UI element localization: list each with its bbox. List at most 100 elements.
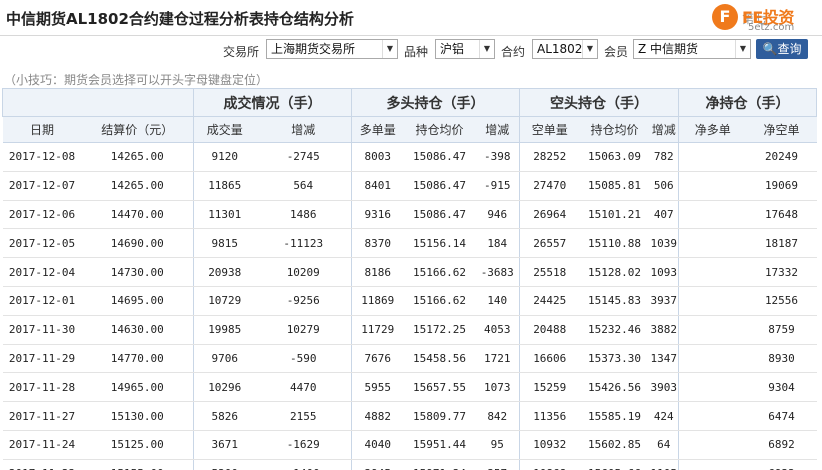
table-row: 2017-11-2315155.005300-1400394515971.343… — [2, 459, 817, 470]
table-cell: 14265.00 — [81, 142, 194, 172]
table-cell: 2017-12-01 — [2, 286, 82, 316]
table-cell: 14730.00 — [81, 257, 194, 287]
column-header: 净多单 — [678, 116, 747, 143]
table-cell: 15086.47 — [403, 142, 476, 172]
table-cell: 424 — [649, 401, 679, 431]
table-cell — [678, 286, 747, 316]
table-cell: 506 — [649, 171, 679, 201]
table-cell: 15145.83 — [579, 286, 650, 316]
table-cell: 10932 — [519, 430, 580, 460]
exchange-label: 交易所 — [223, 45, 260, 59]
table-cell: 15128.02 — [579, 257, 650, 287]
contract-select[interactable]: AL1802 ▼ — [532, 39, 598, 59]
table-cell: 9815 — [193, 228, 256, 259]
table-cell: 15172.25 — [403, 315, 476, 345]
table-cell: 20488 — [519, 315, 580, 345]
table-cell: 15101.21 — [579, 200, 650, 230]
table-cell: 3937 — [649, 286, 679, 316]
table-cell: 11301 — [193, 200, 256, 230]
table-cell: 1039 — [649, 228, 679, 259]
table-cell: 18187 — [746, 228, 817, 259]
table-cell: 15232.46 — [579, 315, 650, 345]
table-cell: 1093 — [649, 257, 679, 287]
table-cell: 15166.62 — [403, 257, 476, 287]
table-cell: 20938 — [193, 257, 256, 287]
table-row: 2017-12-04 14730.00 20938 10209 8186 15166.62… — [2, 257, 817, 287]
table-row: 2017-12-08 14265.00 9120 -2745 8003 15086.47-… — [2, 142, 817, 172]
table-cell: 6474 — [746, 401, 817, 431]
filter-bar: 交易所 上海期货交易所 ▼ 品种 沪铝 ▼ 合约 AL1802 ▼ 会员 Z 中… — [0, 39, 822, 61]
table-cell: 564 — [255, 171, 352, 201]
table-cell: 9706 — [193, 344, 256, 374]
table-cell: 4053 — [475, 315, 520, 345]
column-header: 增减 — [649, 116, 679, 143]
table-row: 2017-12-05 14690.00 9815 -11123 8370 15156.14… — [2, 228, 817, 259]
table-cell: 14695.00 — [81, 286, 194, 316]
column-header-row: 日期 结算价（元） 成交量 增减 多单量 持仓均价 增减 空单量 持仓均价 增减 净多单 净空单 — [2, 116, 817, 143]
page-title: 中信期货AL1802合约建仓过程分析表持仓结构分析 — [6, 10, 354, 28]
table-cell: 1347 — [649, 344, 679, 374]
table-row: 2017-11-27 15130.00 5826 2155 4882 15809.77 84… — [2, 401, 817, 431]
table-cell: 15125.00 — [81, 430, 194, 460]
table-cell: -3683 — [475, 257, 520, 287]
table-cell — [678, 459, 747, 470]
table-cell: 2155 — [255, 401, 352, 431]
product-select-value: 沪铝 — [440, 42, 465, 56]
table-cell: 3882 — [649, 315, 679, 345]
table-cell: 95 — [475, 430, 520, 460]
table-cell: 2017-12-08 — [2, 142, 82, 172]
tip-text: （小技巧：期货会员选择可以开头字母键盘定位） — [4, 73, 269, 87]
table-cell: 2017-12-05 — [2, 228, 82, 259]
table-cell: 2017-11-27 — [2, 401, 82, 431]
logo-icon: F — [712, 4, 738, 30]
table-cell: 407 — [649, 200, 679, 230]
table-cell: 10296 — [193, 372, 256, 403]
table-cell: 10279 — [255, 315, 352, 345]
table-cell: 2017-11-24 — [2, 430, 82, 460]
table-cell: -9256 — [255, 286, 352, 316]
table-cell: 14690.00 — [81, 228, 194, 259]
table-cell: 10868 — [519, 459, 580, 470]
table-cell: 28252 — [519, 142, 580, 172]
table-cell — [678, 142, 747, 172]
chevron-down-icon: ▼ — [382, 40, 397, 58]
table-cell: 11869 — [351, 286, 404, 316]
table-cell: 15166.62 — [403, 286, 476, 316]
table-row: 2017-11-30 14630.00 19985 10279 11729 15172.2… — [2, 315, 817, 345]
chevron-down-icon: ▼ — [582, 40, 597, 58]
table-cell: 15155.00 — [81, 459, 194, 470]
table-cell: 27470 — [519, 171, 580, 201]
group-header-short: 空头持仓（手） — [519, 88, 679, 117]
exchange-select[interactable]: 上海期货交易所 ▼ — [266, 39, 398, 59]
table-cell: 15602.85 — [579, 430, 650, 460]
table-cell: 1721 — [475, 344, 520, 374]
table-cell: -1629 — [255, 430, 352, 460]
table-cell: 2017-11-29 — [2, 344, 82, 374]
table-cell: 20249 — [746, 142, 817, 172]
table-cell: 19985 — [193, 315, 256, 345]
table-cell: 3671 — [193, 430, 256, 460]
table-cell: 842 — [475, 401, 520, 431]
table-cell — [678, 344, 747, 374]
table-cell: 11729 — [351, 315, 404, 345]
table-cell: 19069 — [746, 171, 817, 201]
site-logo[interactable]: F 第七 FE投资 5etz.com — [712, 2, 820, 36]
column-header: 增减 — [475, 116, 520, 143]
table-cell: 946 — [475, 200, 520, 230]
table-cell — [678, 200, 747, 230]
query-button-label: 查询 — [777, 42, 802, 56]
table-cell: 6892 — [746, 430, 817, 460]
table-cell: 25518 — [519, 257, 580, 287]
table-cell: 2017-11-28 — [2, 372, 82, 403]
table-cell: 12556 — [746, 286, 817, 316]
table-cell: 15063.09 — [579, 142, 650, 172]
member-select[interactable]: Z 中信期货 ▼ — [633, 39, 751, 59]
query-button[interactable]: 🔍查询 — [756, 39, 808, 59]
table-cell: 14630.00 — [81, 315, 194, 345]
table-cell: 26964 — [519, 200, 580, 230]
product-select[interactable]: 沪铝 ▼ — [435, 39, 495, 59]
table-cell: 16606 — [519, 344, 580, 374]
column-header: 增减 — [255, 116, 352, 143]
table-cell: 8186 — [351, 257, 404, 287]
table-cell: 11865 — [193, 171, 256, 201]
